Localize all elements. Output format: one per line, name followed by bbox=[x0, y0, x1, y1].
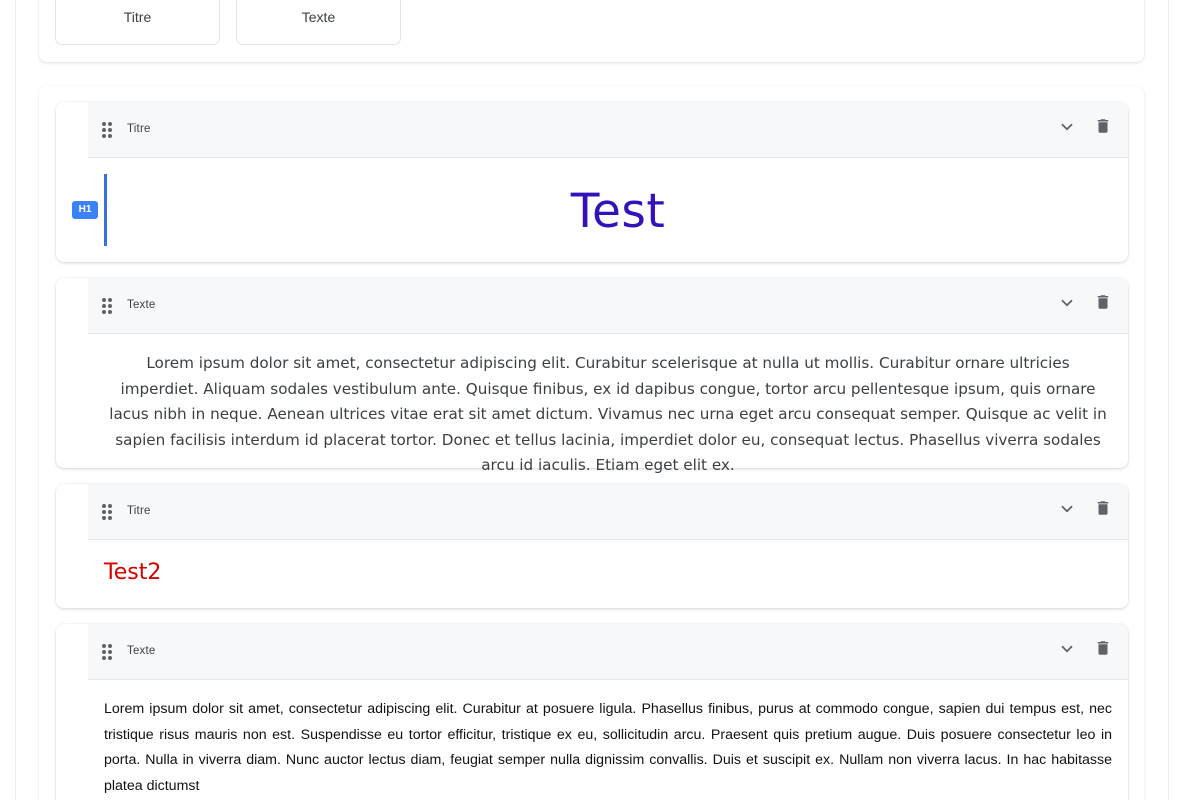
drag-handle-icon[interactable] bbox=[102, 644, 114, 660]
block-type-label: Titre bbox=[127, 505, 151, 517]
block-header: Titre bbox=[88, 484, 1128, 540]
title-block: Titre H1 Test bbox=[56, 102, 1128, 262]
title-block: Titre Test2 bbox=[56, 484, 1128, 608]
trash-icon[interactable] bbox=[1094, 498, 1112, 518]
drag-handle-icon[interactable] bbox=[102, 504, 114, 520]
block-header: Texte bbox=[88, 624, 1128, 680]
heading-content[interactable]: Test2 bbox=[104, 560, 161, 585]
block-header: Titre bbox=[88, 102, 1128, 158]
block-header: Texte bbox=[88, 278, 1128, 334]
block-palette: Titre Texte bbox=[39, 0, 1144, 62]
drag-handle-icon[interactable] bbox=[102, 122, 114, 138]
trash-icon[interactable] bbox=[1094, 292, 1112, 312]
block-type-label: Titre bbox=[127, 123, 151, 135]
add-text-block-button[interactable]: Texte bbox=[236, 0, 401, 45]
paragraph-content[interactable]: Lorem ipsum dolor sit amet, consectetur … bbox=[104, 697, 1112, 800]
add-title-block-button[interactable]: Titre bbox=[55, 0, 220, 45]
heading-content[interactable]: Test bbox=[108, 184, 1128, 239]
chevron-down-icon[interactable] bbox=[1058, 118, 1076, 136]
paragraph-content[interactable]: Lorem ipsum dolor sit amet, consectetur … bbox=[108, 351, 1108, 479]
heading-level-badge: H1 bbox=[72, 201, 98, 219]
block-type-label: Texte bbox=[127, 645, 156, 657]
drag-handle-icon[interactable] bbox=[102, 298, 114, 314]
chevron-down-icon[interactable] bbox=[1058, 640, 1076, 658]
text-block: Texte Lorem ipsum dolor sit amet, consec… bbox=[56, 278, 1128, 474]
trash-icon[interactable] bbox=[1094, 116, 1112, 136]
chevron-down-icon[interactable] bbox=[1058, 294, 1076, 312]
trash-icon[interactable] bbox=[1094, 638, 1112, 658]
text-block: Texte Lorem ipsum dolor sit amet, consec… bbox=[56, 624, 1128, 800]
block-type-label: Texte bbox=[127, 299, 156, 311]
chevron-down-icon[interactable] bbox=[1058, 500, 1076, 518]
heading-indicator-bar bbox=[104, 174, 107, 246]
